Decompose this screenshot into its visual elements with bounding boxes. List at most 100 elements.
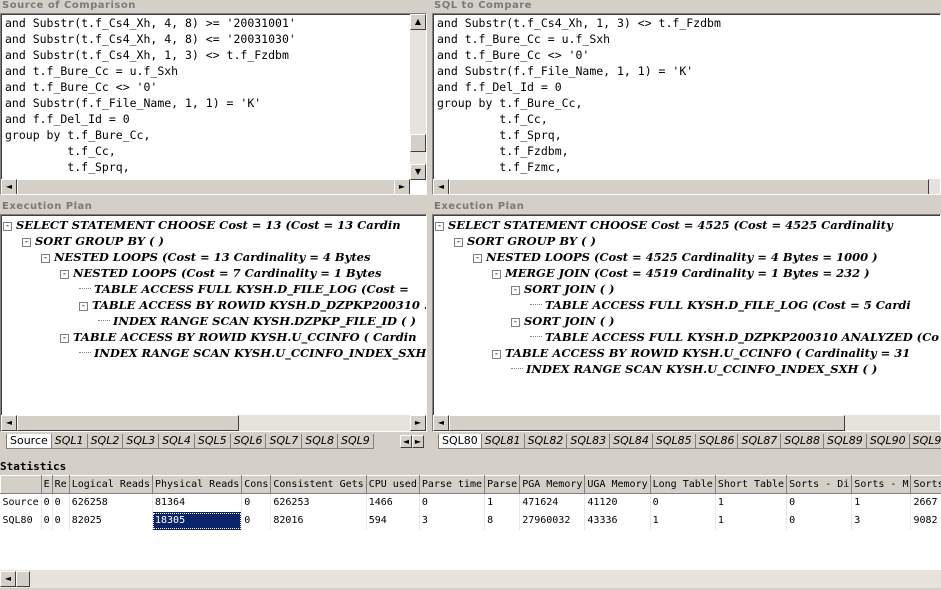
plan-node[interactable]: - SORT GROUP BY ( )	[3, 233, 426, 249]
plan-node[interactable]: TABLE ACCESS FULL KYSH.D_FILE_LOG (Cost …	[435, 297, 939, 313]
tab-sql5[interactable]: SQL5	[194, 434, 231, 449]
collapse-node-icon[interactable]: -	[22, 238, 31, 247]
column-header[interactable]: E	[40, 475, 53, 494]
plan-node[interactable]: - MERGE JOIN (Cost = 4519 Cardinality = 1…	[435, 265, 939, 281]
plan-node[interactable]: - TABLE ACCESS BY ROWID KYSH.U_CCINFO ( C…	[435, 345, 939, 361]
plan-node[interactable]: INDEX RANGE SCAN KYSH.U_CCINFO_INDEX_SXH…	[435, 361, 939, 377]
tab-sql88[interactable]: SQL88	[781, 434, 825, 449]
table-cell[interactable]: 81364	[152, 493, 243, 512]
plan-right-horizontal-scrollbar[interactable]: ◄	[433, 415, 940, 431]
table-cell[interactable]: 2667	[910, 493, 941, 512]
collapse-node-icon[interactable]: -	[473, 254, 482, 263]
source-scroll-thumb[interactable]	[410, 134, 426, 152]
scroll-right-arrow-icon[interactable]: ►	[410, 415, 426, 431]
column-header[interactable]: Sorts	[910, 475, 941, 494]
table-cell[interactable]: 1	[650, 511, 716, 530]
plan-node[interactable]: TABLE ACCESS FULL KYSH.D_DZPKP200310 ANA…	[435, 329, 939, 345]
plan-left-hscroll-thumb[interactable]	[17, 415, 239, 431]
tab-sql87[interactable]: SQL87	[738, 434, 782, 449]
collapse-node-icon[interactable]: -	[511, 286, 520, 295]
tab-sql8[interactable]: SQL8	[302, 434, 339, 449]
scroll-down-arrow-icon[interactable]: ▼	[410, 164, 426, 180]
column-header[interactable]: UGA Memory	[584, 475, 651, 494]
plan-node[interactable]: - TABLE ACCESS BY ROWID KYSH.U_CCINFO ( C…	[3, 329, 426, 345]
collapse-node-icon[interactable]: -	[492, 350, 501, 359]
table-cell[interactable]: 0	[52, 511, 70, 530]
table-cell[interactable]: 27960032	[519, 511, 586, 530]
table-cell[interactable]: 82025	[69, 511, 153, 530]
table-cell[interactable]: 626253	[270, 493, 367, 512]
column-header[interactable]: Sorts - Di	[786, 475, 853, 494]
column-header[interactable]: Sorts - M	[851, 475, 912, 494]
tab-sql83[interactable]: SQL83	[567, 434, 611, 449]
scroll-right-arrow-icon[interactable]: ►	[394, 179, 410, 194]
plan-node[interactable]: - SORT GROUP BY ( )	[435, 233, 939, 249]
plan-right-tree[interactable]: - SELECT STATEMENT CHOOSE Cost = 4525 (Co…	[432, 214, 941, 432]
statistics-table[interactable]: E Re Logical Reads Physical Reads Cons Consis…	[0, 475, 941, 530]
table-cell[interactable]: 471624	[519, 493, 586, 512]
table-cell[interactable]: 0	[52, 493, 70, 512]
compare-hscroll-thumb[interactable]	[449, 179, 929, 194]
statistics-hscroll-thumb[interactable]	[16, 571, 30, 587]
column-header[interactable]: Cons	[241, 475, 272, 494]
collapse-node-icon[interactable]: -	[79, 302, 88, 311]
tab-prev-arrow-icon[interactable]: ◄	[400, 435, 412, 448]
compare-sql-text[interactable]: and Substr(t.f_Cs4_Xh, 1, 3) <> t.f_Fzdb…	[437, 15, 721, 175]
table-cell[interactable]: 41120	[584, 493, 651, 512]
plan-left-tree[interactable]: - SELECT STATEMENT CHOOSE Cost = 13 (Cost…	[0, 214, 427, 432]
table-cell[interactable]: 3	[419, 511, 486, 530]
collapse-node-icon[interactable]: -	[41, 254, 50, 263]
statistics-horizontal-scrollbar[interactable]: ◄	[0, 570, 941, 588]
source-sql-editor[interactable]: and Substr(t.f_Cs4_Xh, 4, 8) >= '2003100…	[0, 13, 427, 195]
scroll-left-arrow-icon[interactable]: ◄	[1, 415, 17, 431]
scroll-left-arrow-icon[interactable]: ◄	[1, 179, 17, 194]
scroll-left-arrow-icon[interactable]: ◄	[0, 571, 16, 587]
table-cell[interactable]: 18305	[152, 511, 243, 530]
tab-sql82[interactable]: SQL82	[524, 434, 568, 449]
scroll-up-arrow-icon[interactable]: ▲	[410, 14, 426, 30]
table-cell[interactable]: 0	[419, 493, 486, 512]
table-row[interactable]: SQL80 0 0 82025 18305 0 82016 594 3 8 27960032 4333…	[0, 511, 941, 530]
scroll-left-arrow-icon[interactable]: ◄	[433, 179, 449, 194]
plan-node[interactable]: - SELECT STATEMENT CHOOSE Cost = 13 (Cost…	[3, 217, 426, 233]
source-sql-text[interactable]: and Substr(t.f_Cs4_Xh, 4, 8) >= '2003100…	[5, 15, 296, 175]
tab-sql7[interactable]: SQL7	[266, 434, 303, 449]
column-header[interactable]	[0, 475, 42, 494]
source-vertical-scrollbar[interactable]: ▲ ▼	[410, 14, 426, 180]
plan-node[interactable]: TABLE ACCESS FULL KYSH.D_FILE_LOG (Cost …	[3, 281, 426, 297]
source-hscroll-thumb[interactable]	[17, 179, 397, 194]
tab-sql90[interactable]: SQL90	[866, 434, 910, 449]
plan-node[interactable]: - SORT JOIN ( )	[435, 313, 939, 329]
table-cell[interactable]: 3	[851, 511, 912, 530]
plan-node[interactable]: - TABLE ACCESS BY ROWID KYSH.D_DZPKP20031…	[3, 297, 426, 313]
table-cell[interactable]: 1	[851, 493, 912, 512]
tab-sql9[interactable]: SQL9	[338, 434, 374, 449]
tab-sql91[interactable]: SQL91	[909, 434, 941, 449]
tab-sql81[interactable]: SQL81	[481, 434, 525, 449]
table-cell[interactable]: 0	[650, 493, 716, 512]
scroll-left-arrow-icon[interactable]: ◄	[433, 415, 449, 431]
table-cell[interactable]: 0	[241, 511, 272, 530]
tab-source[interactable]: Source	[6, 434, 52, 449]
table-cell[interactable]: 594	[366, 511, 420, 530]
collapse-node-icon[interactable]: -	[454, 238, 463, 247]
column-header[interactable]: Short Table	[714, 475, 788, 494]
source-horizontal-scrollbar[interactable]: ◄ ►	[1, 179, 410, 194]
plan-node[interactable]: INDEX RANGE SCAN KYSH.DZPKP_FILE_ID ( )	[3, 313, 426, 329]
plan-node[interactable]: - SORT JOIN ( )	[435, 281, 939, 297]
tab-sql3[interactable]: SQL3	[123, 434, 160, 449]
column-header[interactable]: CPU used	[365, 475, 420, 494]
plan-right-hscroll-thumb[interactable]	[449, 415, 845, 431]
tab-next-arrow-icon[interactable]: ►	[412, 435, 424, 448]
tab-sql80[interactable]: SQL80	[438, 434, 482, 449]
tab-sql6[interactable]: SQL6	[230, 434, 267, 449]
table-cell[interactable]: 1466	[366, 493, 420, 512]
table-cell[interactable]: 0	[241, 493, 272, 512]
tab-sql89[interactable]: SQL89	[824, 434, 867, 449]
table-cell[interactable]: 0	[786, 511, 853, 530]
column-header[interactable]: Parse time	[418, 475, 486, 494]
plan-node[interactable]: INDEX RANGE SCAN KYSH.U_CCINFO_INDEX_SXH	[3, 345, 426, 361]
table-row[interactable]: Source 0 0 626258 81364 0 626253 1466 0 1 471624 41…	[0, 493, 941, 512]
tab-sql4[interactable]: SQL4	[159, 434, 195, 449]
tab-sql84[interactable]: SQL84	[610, 434, 653, 449]
